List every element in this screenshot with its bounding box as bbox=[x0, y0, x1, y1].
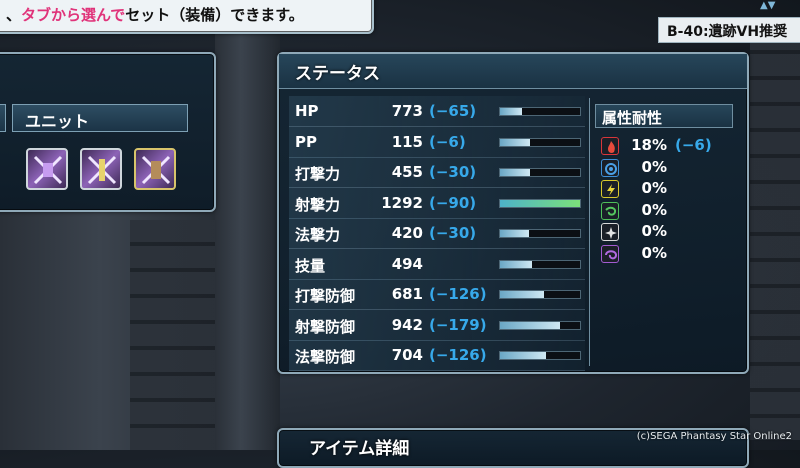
stat-row: 法撃防御 704 (−126) bbox=[289, 340, 585, 371]
background-column bbox=[215, 0, 280, 450]
stat-name: 打撃防御 bbox=[295, 287, 356, 305]
stat-diff: (−30) bbox=[429, 224, 477, 242]
stat-bar-fill bbox=[500, 230, 529, 237]
quest-ticker-arrows: ▲▼ bbox=[760, 0, 776, 11]
stat-diff: (−65) bbox=[429, 102, 477, 120]
stat-value: 115 bbox=[391, 132, 423, 151]
stat-row: 打撃防御 681 (−126) bbox=[289, 279, 585, 310]
item-detail-title: アイテム詳細 bbox=[309, 439, 410, 459]
stat-value: 455 bbox=[391, 163, 423, 181]
resistance-value: 0% bbox=[641, 157, 667, 176]
unit-armor-icon bbox=[33, 155, 63, 185]
resistance-title: 属性耐性 bbox=[595, 104, 733, 128]
stat-diff: (−6) bbox=[429, 132, 466, 151]
stat-name: 法撃力 bbox=[295, 226, 341, 244]
stat-bar-fill bbox=[500, 199, 580, 207]
stat-diff: (−126) bbox=[429, 285, 487, 303]
light-icon bbox=[601, 223, 619, 242]
stat-value: 420 bbox=[391, 224, 423, 242]
stat-value: 773 bbox=[391, 102, 423, 120]
unit-slot-1[interactable] bbox=[26, 148, 68, 190]
resistance-diff: (−6) bbox=[675, 136, 712, 154]
stat-bar bbox=[499, 107, 581, 116]
hint-bar: 、タブから選んでセット（装備）できます。 bbox=[0, 0, 374, 34]
stat-value: 704 bbox=[391, 346, 423, 364]
stat-diff: (−90) bbox=[429, 193, 477, 212]
ice-icon bbox=[601, 158, 619, 177]
stat-diff: (−30) bbox=[429, 163, 477, 181]
wind-icon bbox=[601, 201, 619, 220]
stat-bar-fill bbox=[500, 291, 544, 298]
hint-prefix: 、 bbox=[6, 6, 22, 24]
stat-row: 技量 494 bbox=[289, 248, 585, 280]
stat-bar-fill bbox=[500, 321, 560, 329]
dark-icon bbox=[601, 245, 619, 263]
resistance-value: 0% bbox=[641, 179, 667, 198]
quest-label[interactable]: B-40:遺跡VH推奨 bbox=[658, 17, 800, 43]
background-wall-right bbox=[750, 40, 800, 440]
resistance-value: 0% bbox=[641, 244, 667, 262]
stat-row: 法撃力 420 (−30) bbox=[289, 218, 585, 249]
stat-bar bbox=[499, 351, 581, 360]
stat-name: 打撃力 bbox=[295, 165, 341, 183]
unit-slot-3[interactable] bbox=[134, 148, 176, 190]
stat-bar bbox=[499, 229, 581, 238]
tab-previous[interactable] bbox=[0, 104, 6, 132]
stat-value: 942 bbox=[391, 315, 423, 334]
stat-row: 打撃力 455 (−30) bbox=[289, 157, 585, 188]
unit-slot-2[interactable] bbox=[80, 148, 122, 190]
stat-bar-fill bbox=[500, 108, 523, 115]
stat-bar bbox=[499, 259, 581, 269]
lightning-icon bbox=[601, 180, 619, 199]
stat-name: 射撃防御 bbox=[295, 317, 356, 336]
stat-row: 射撃力 1292 (−90) bbox=[289, 187, 585, 219]
resistance-value: 18% bbox=[631, 136, 667, 154]
stat-row: PP 115 (−6) bbox=[289, 126, 585, 158]
stat-name: 射撃力 bbox=[295, 195, 341, 214]
stat-bar-fill bbox=[500, 138, 531, 146]
unit-armor-icon bbox=[87, 155, 117, 185]
status-panel: ステータス HP 773 (−65) PP 115 (−6) 打撃力 455 (−30) 射撃力 1… bbox=[277, 52, 749, 374]
stat-bar bbox=[499, 137, 581, 147]
stat-row: HP 773 (−65) bbox=[289, 96, 585, 127]
stat-value: 681 bbox=[391, 285, 423, 303]
stat-name: 技量 bbox=[295, 256, 326, 275]
stat-value: 1292 bbox=[381, 193, 423, 212]
stat-bar bbox=[499, 198, 581, 208]
tab-unit[interactable]: ユニット bbox=[12, 104, 188, 132]
resistance-value: 0% bbox=[641, 222, 667, 241]
hint-suffix: セット（装備）できます。 bbox=[125, 6, 304, 24]
status-title: ステータス bbox=[295, 64, 380, 84]
stat-bar-fill bbox=[500, 169, 531, 176]
stat-value: 494 bbox=[391, 254, 423, 273]
stat-row: 射撃防御 942 (−179) bbox=[289, 309, 585, 341]
stat-name: HP bbox=[295, 102, 319, 120]
stat-diff: (−126) bbox=[429, 346, 487, 364]
unit-armor-icon bbox=[141, 155, 171, 185]
stat-bar bbox=[499, 168, 581, 177]
copyright: (c)SEGA Phantasy Star Online2 bbox=[636, 431, 792, 442]
stat-bar bbox=[499, 290, 581, 299]
stat-name: PP bbox=[295, 132, 317, 151]
hint-highlight: タブから選んで bbox=[21, 6, 126, 24]
status-divider bbox=[589, 98, 590, 366]
stat-bar bbox=[499, 320, 581, 330]
stat-diff: (−179) bbox=[429, 315, 487, 334]
stat-bar-fill bbox=[500, 260, 532, 268]
stat-name: 法撃防御 bbox=[295, 348, 356, 366]
unit-panel: ユニット bbox=[0, 52, 216, 212]
fire-icon bbox=[601, 137, 619, 155]
resistance-value: 0% bbox=[641, 200, 667, 219]
stat-bar-fill bbox=[500, 352, 546, 359]
